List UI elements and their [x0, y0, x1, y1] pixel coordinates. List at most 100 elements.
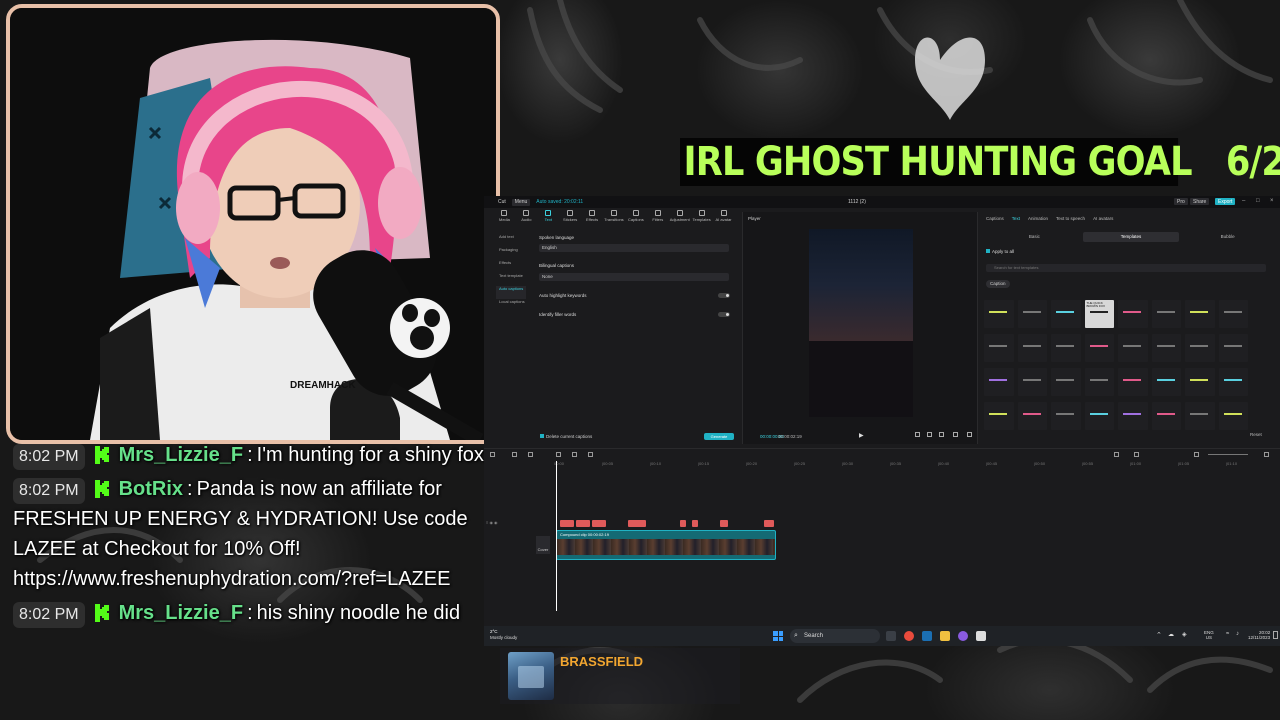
- delete-icon[interactable]: [588, 452, 593, 457]
- template-item[interactable]: [984, 300, 1014, 328]
- play-icon[interactable]: ▶: [859, 432, 864, 439]
- maximize-icon[interactable]: □: [1256, 198, 1260, 204]
- select-icon[interactable]: [490, 452, 495, 457]
- template-item[interactable]: [1118, 334, 1148, 362]
- template-item[interactable]: [1151, 300, 1181, 328]
- tool-filters[interactable]: Filters: [647, 210, 668, 226]
- tool-captions[interactable]: Captions: [625, 210, 646, 226]
- zoom-in-icon[interactable]: [1264, 452, 1269, 457]
- tool-adjustment[interactable]: Adjustment: [669, 210, 690, 226]
- tool-audio[interactable]: Audio: [516, 210, 537, 226]
- nav-add-text[interactable]: Add text: [496, 234, 526, 247]
- template-item[interactable]: [1017, 334, 1047, 362]
- split-icon[interactable]: [556, 452, 561, 457]
- caption-clip[interactable]: [692, 520, 698, 527]
- template-item[interactable]: [1151, 368, 1181, 396]
- zoom-icon[interactable]: [953, 432, 958, 437]
- template-search-input[interactable]: Search for text templates: [986, 264, 1266, 272]
- chat-username[interactable]: BotRix: [119, 478, 183, 500]
- template-item[interactable]: [1051, 334, 1081, 362]
- template-item[interactable]: [1118, 368, 1148, 396]
- reset-button[interactable]: Reset: [1250, 432, 1262, 437]
- volume-icon[interactable]: ♪: [1236, 631, 1239, 637]
- cover-button[interactable]: Cover: [536, 536, 550, 554]
- input-language[interactable]: ENG US: [1204, 630, 1214, 640]
- obs-icon[interactable]: [958, 631, 968, 641]
- subtab-bubble[interactable]: Bubble: [1179, 232, 1276, 242]
- file-explorer-icon[interactable]: [940, 631, 950, 641]
- tab-text-to-speech[interactable]: Text to speech: [1056, 216, 1085, 221]
- onedrive-icon[interactable]: ☁: [1168, 631, 1174, 638]
- delete-captions-checkbox[interactable]: [540, 434, 544, 438]
- template-item[interactable]: [1084, 334, 1114, 362]
- template-item[interactable]: [1084, 368, 1114, 396]
- template-item[interactable]: [1118, 300, 1148, 328]
- nav-auto-captions[interactable]: Auto captions: [496, 286, 526, 299]
- tab-animation[interactable]: Animation: [1028, 216, 1048, 221]
- template-item[interactable]: [1017, 300, 1047, 328]
- link-icon[interactable]: [1134, 452, 1139, 457]
- caption-chip[interactable]: Caption: [986, 280, 1010, 288]
- zoom-slider[interactable]: [1208, 454, 1248, 455]
- taskbar-clock[interactable]: 20:02 12/11/2023: [1248, 630, 1270, 640]
- nav-packaging[interactable]: Packaging: [496, 247, 526, 260]
- pro-button[interactable]: Pro: [1174, 198, 1188, 205]
- filler-words-toggle[interactable]: [718, 312, 730, 317]
- apply-to-all-checkbox[interactable]: Apply to all: [986, 249, 1014, 254]
- nav-local-captions[interactable]: Local captions: [496, 299, 526, 312]
- track-controls[interactable]: ≡ ◉ ◉: [486, 520, 498, 525]
- template-item[interactable]: [1084, 402, 1114, 430]
- tool-ai-avatar[interactable]: AI avatar: [713, 210, 734, 226]
- fullscreen-icon[interactable]: [915, 432, 920, 437]
- template-item[interactable]: [1118, 402, 1148, 430]
- caption-clip[interactable]: [628, 520, 646, 527]
- tool-transitions[interactable]: Transitions: [604, 210, 625, 226]
- template-item[interactable]: [1218, 334, 1248, 362]
- tool-media[interactable]: Media: [494, 210, 515, 226]
- task-view-icon[interactable]: [886, 631, 896, 641]
- windows-start-icon[interactable]: [773, 631, 783, 641]
- template-item-highlighted[interactable]: THE QUICK BROWN FOX: [1084, 300, 1114, 328]
- weather-widget[interactable]: 2°C Mostly cloudy: [490, 629, 517, 641]
- template-item[interactable]: [1185, 402, 1215, 430]
- chat-username[interactable]: Mrs_Lizzie_F: [119, 444, 243, 466]
- template-item[interactable]: [1017, 368, 1047, 396]
- spoken-language-select[interactable]: English: [539, 244, 729, 252]
- zoom-out-icon[interactable]: [1194, 452, 1199, 457]
- template-item[interactable]: [1185, 368, 1215, 396]
- steam-icon[interactable]: [922, 631, 932, 641]
- caption-clip[interactable]: [560, 520, 574, 527]
- template-item[interactable]: [1218, 368, 1248, 396]
- split-left-icon[interactable]: [572, 452, 577, 457]
- subtab-basic[interactable]: Basic: [986, 232, 1083, 242]
- crop-icon[interactable]: [939, 432, 944, 437]
- share-button[interactable]: Share: [1190, 198, 1210, 205]
- caption-clip[interactable]: [764, 520, 774, 527]
- caption-clip[interactable]: [592, 520, 606, 527]
- chat-username[interactable]: Mrs_Lizzie_F: [119, 602, 243, 624]
- network-icon[interactable]: ◈: [1182, 631, 1187, 638]
- template-item[interactable]: [1051, 402, 1081, 430]
- caption-clip[interactable]: [680, 520, 686, 527]
- undo-icon[interactable]: [512, 452, 517, 457]
- template-item[interactable]: [1185, 300, 1215, 328]
- template-item[interactable]: [984, 402, 1014, 430]
- generate-button[interactable]: Generate: [704, 433, 734, 440]
- bilingual-select[interactable]: None: [539, 273, 729, 281]
- template-item[interactable]: [1218, 300, 1248, 328]
- nav-effects[interactable]: Effects: [496, 260, 526, 273]
- nav-text-template[interactable]: Text template: [496, 273, 526, 286]
- capcut-icon[interactable]: [976, 631, 986, 641]
- tool-stickers[interactable]: Stickers: [560, 210, 581, 226]
- redo-icon[interactable]: [528, 452, 533, 457]
- minimize-icon[interactable]: –: [1242, 198, 1245, 204]
- template-item[interactable]: [1151, 402, 1181, 430]
- template-item[interactable]: [1185, 334, 1215, 362]
- tab-ai-avatars[interactable]: AI avatars: [1093, 216, 1113, 221]
- wifi-icon[interactable]: ≈: [1226, 631, 1229, 637]
- caption-clip[interactable]: [576, 520, 590, 527]
- template-item[interactable]: [984, 368, 1014, 396]
- highlight-keywords-toggle[interactable]: [718, 293, 730, 298]
- template-item[interactable]: [1051, 300, 1081, 328]
- tray-chevron-icon[interactable]: ⌃: [1156, 631, 1162, 639]
